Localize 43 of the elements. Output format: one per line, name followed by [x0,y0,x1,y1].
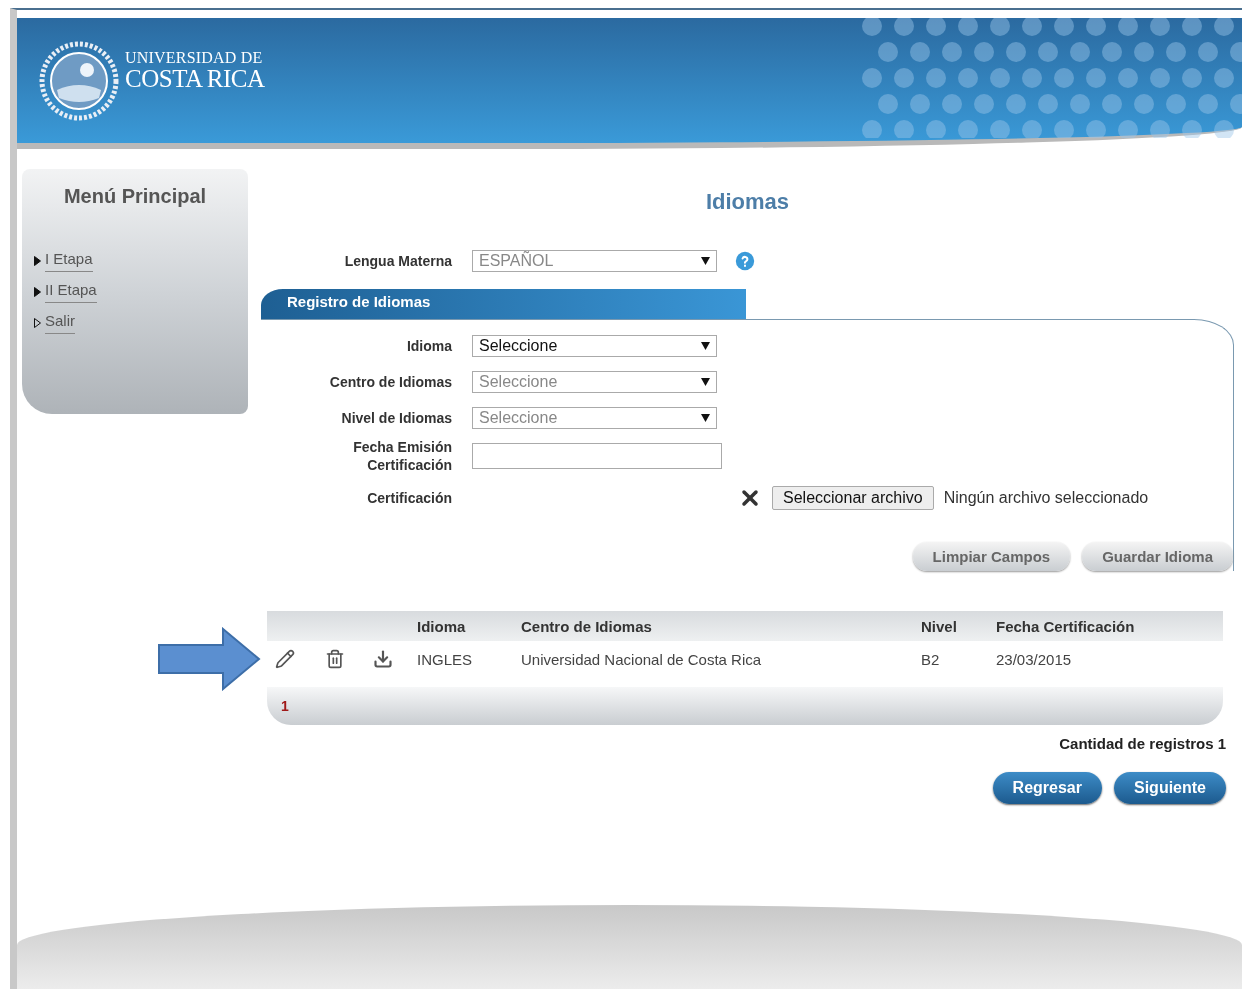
university-seal-icon [39,39,119,122]
menu-item[interactable]: Salir [34,312,248,334]
logo-text: COSTA RICA [125,66,265,91]
help-icon[interactable] [735,251,755,271]
pencil-icon[interactable] [273,647,297,671]
form-button[interactable]: Limpiar Campos [912,542,1071,571]
form-button[interactable]: Guardar Idioma [1082,542,1233,571]
table-cell-text: Universidad Nacional de Costa Rica [521,650,763,668]
nav-button[interactable]: Regresar [992,772,1102,804]
table-cell-text: B2 [921,650,941,668]
triangle-icon [34,318,41,328]
menu-item[interactable]: II Etapa [34,281,248,303]
dropdown-caret-icon [701,342,710,350]
record-count: Cantidad de registros 1 [1059,735,1226,752]
column-header: Nivel [921,617,958,635]
dropdown-caret-icon [701,414,710,422]
section-header: Registro de Idiomas [261,289,746,319]
date-input-field[interactable] [472,443,722,469]
triangle-icon [34,256,41,266]
field-label: Fecha Emisión Certificación [352,438,452,474]
page-title: Idiomas [704,189,791,215]
nav-button[interactable]: Siguiente [1114,772,1226,804]
logo-text: UNIVERSIDAD DE [125,50,264,66]
sidebar-title: Menú Principal [62,185,208,208]
table-cell-text: 23/03/2015 [996,650,1073,668]
field-label: Certificación [366,489,452,507]
page-link[interactable]: 1 [281,698,289,714]
triangle-icon [34,287,41,297]
table-cell-text: INGLES [417,650,474,668]
column-header: Centro de Idiomas [521,617,653,635]
select-field[interactable]: Seleccione [472,335,717,357]
choose-file-button[interactable]: Seleccionar archivo [772,486,934,510]
field-label: Lengua Materna [343,252,452,270]
dropdown-caret-icon [701,378,710,386]
column-header: Fecha Certificación [996,617,1136,635]
field-label: Idioma [405,337,452,355]
file-status-text: Ningún archivo seleccionado [943,489,1149,507]
field-label: Nivel de Idiomas [340,409,452,427]
field-label: Centro de Idiomas [328,373,452,391]
dropdown-caret-icon [701,257,710,265]
menu-item[interactable]: I Etapa [34,250,248,272]
arrow-icon [157,627,261,691]
column-header: Idioma [417,617,467,635]
